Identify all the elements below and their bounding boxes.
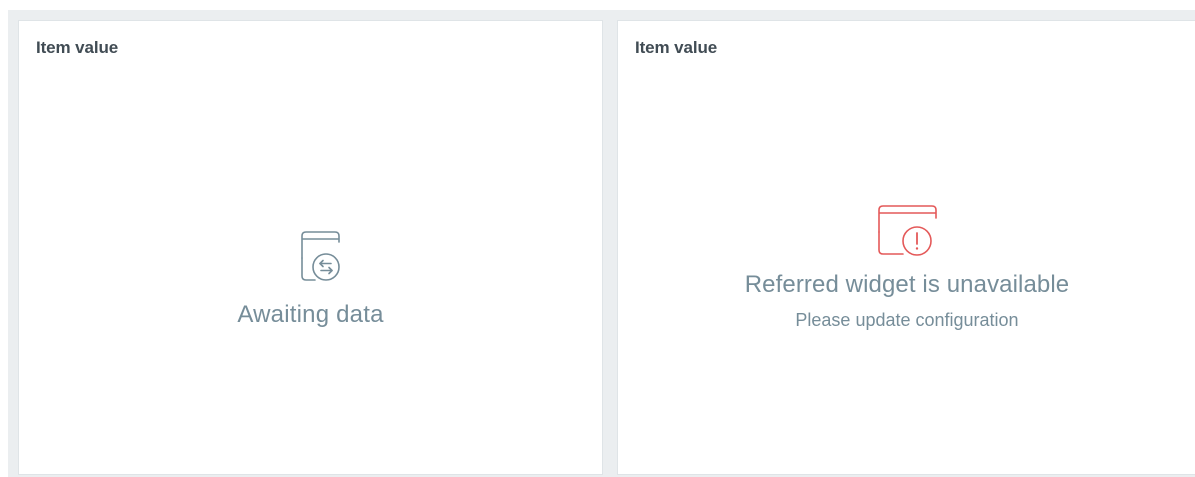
item-value-widget-awaiting[interactable]: Item value Awaiting data xyxy=(18,20,603,475)
widget-header[interactable]: Item value xyxy=(635,38,717,58)
awaiting-data-icon xyxy=(279,228,343,284)
unavailable-message: Referred widget is unavailable xyxy=(744,271,1070,298)
update-configuration-hint: Please update configuration xyxy=(795,310,1019,330)
widget-header[interactable]: Item value xyxy=(36,38,118,58)
dashboard-grid: Item value Awaiting data Item value Refe… xyxy=(8,10,1195,477)
item-value-widget-unavailable[interactable]: Item value Referred widget is unavailabl… xyxy=(617,20,1195,475)
widget-body: Awaiting data xyxy=(19,228,602,329)
awaiting-data-text: Awaiting data xyxy=(237,301,384,328)
widget-body: Referred widget is unavailable Please up… xyxy=(618,202,1195,331)
widget-unavailable-icon xyxy=(875,202,939,258)
